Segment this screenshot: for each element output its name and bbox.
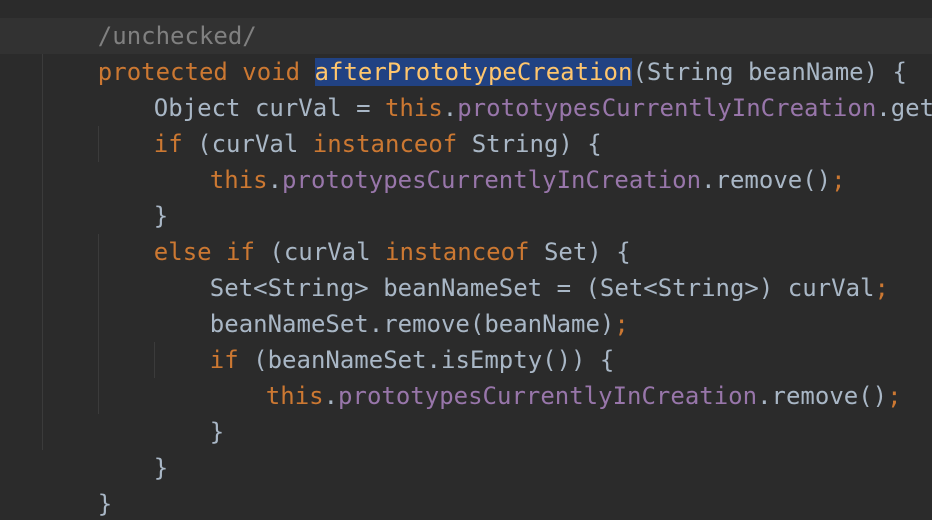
code-line[interactable]: if (beanNameSet.isEmpty()) { [152,306,615,374]
code-line[interactable]: Set<String> beanNameSet = (Set<String>) … [152,234,889,302]
semicolon: ; [831,166,846,194]
code-text: .remove() [757,382,888,410]
code-line-comment[interactable]: /unchecked/ [40,0,257,50]
code-line[interactable]: } [96,414,168,482]
code-text: .remove() [701,166,832,194]
code-line-method-signature[interactable]: protected void afterPrototypeCreation(St… [40,18,907,86]
code-line[interactable]: Object curVal = this.prototypesCurrently… [96,54,932,122]
code-line[interactable]: beanNameSet.remove(beanName); [152,270,629,338]
code-text: . [267,166,283,194]
semicolon: ; [614,310,629,338]
code-line[interactable]: } [40,450,112,518]
field-reference: prototypesCurrentlyInCreation [338,382,758,410]
code-line[interactable]: this.prototypesCurrentlyInCreation.remov… [152,126,846,194]
code-line[interactable]: } [152,378,224,446]
keyword-this: this [265,382,324,410]
code-editor[interactable]: /unchecked/ protected void afterPrototyp… [0,0,932,520]
code-text: .get() [876,94,932,122]
semicolon: ; [874,274,889,302]
closing-brace: } [97,490,113,518]
code-text: . [323,382,339,410]
field-reference: prototypesCurrentlyInCreation [282,166,702,194]
closing-brace: } [153,454,169,482]
code-line[interactable]: if (curVal instanceof String) { [96,90,602,158]
code-line[interactable]: else if (curVal instanceof Set) { [96,198,631,266]
keyword-this: this [209,166,268,194]
closing-brace: } [209,418,225,446]
code-line[interactable]: } [96,162,168,230]
code-line[interactable]: this.prototypesCurrentlyInCreation.remov… [208,342,902,410]
semicolon: ; [887,382,902,410]
